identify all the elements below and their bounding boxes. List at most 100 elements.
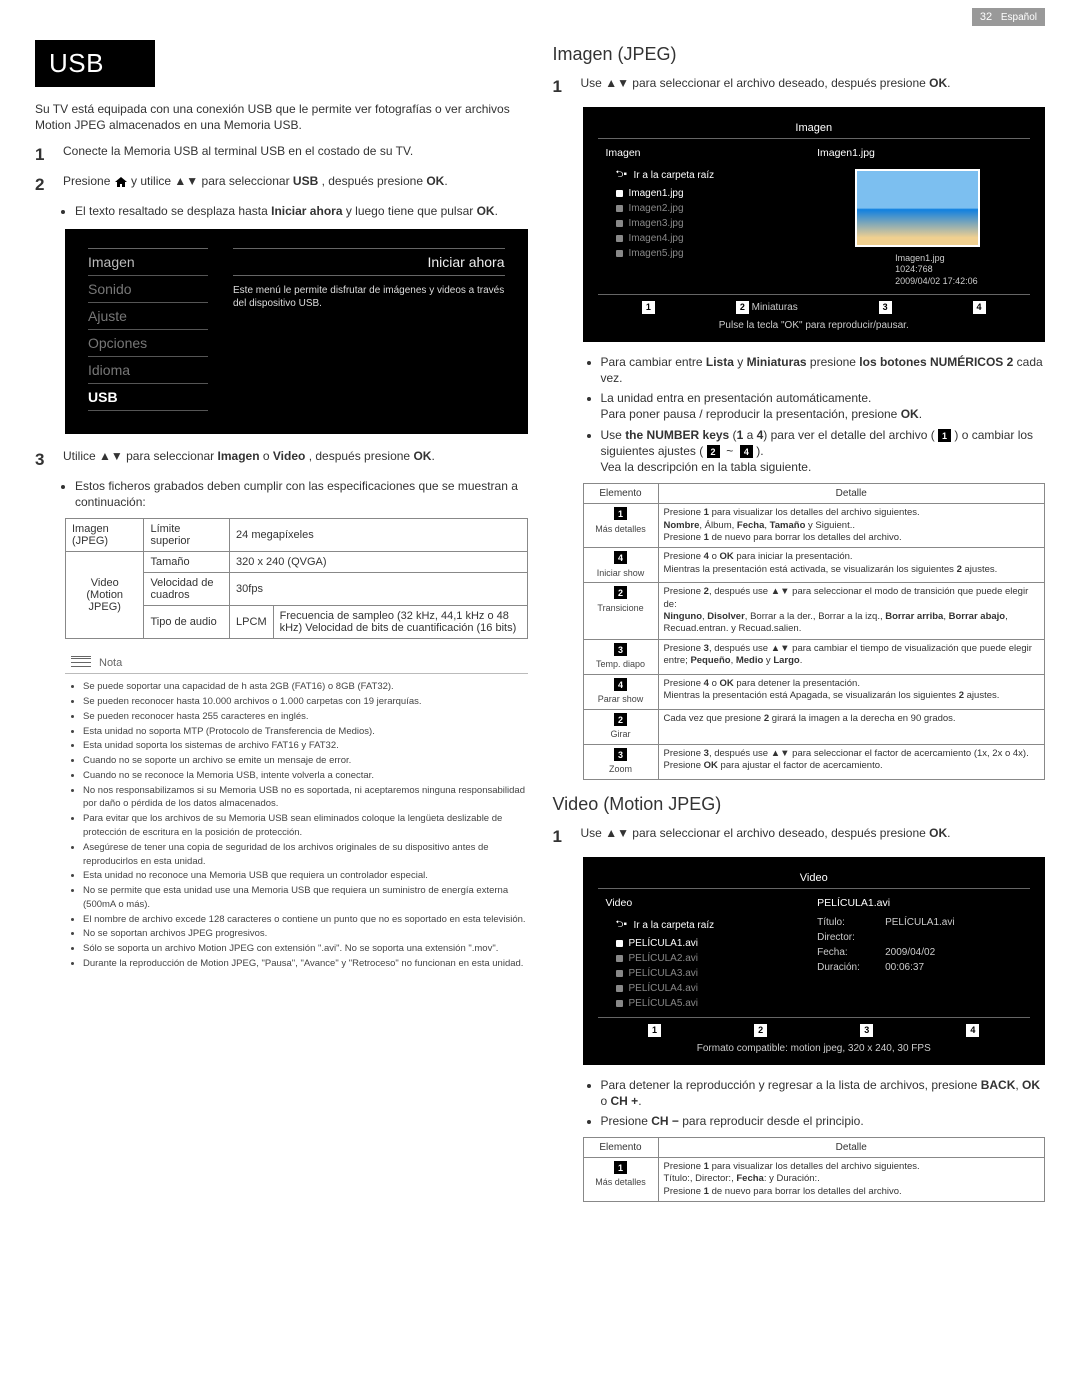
step2-note: El texto resaltado se desplaza hasta Ini…	[75, 203, 528, 219]
key-1: 1	[642, 301, 655, 314]
tv-menu-item-selected: USB	[88, 384, 208, 411]
note-item: Durante la reproducción de Motion JPEG, …	[83, 957, 528, 971]
step-text: Conecte la Memoria USB al terminal USB e…	[63, 143, 528, 167]
browser-title: Video	[598, 868, 1031, 888]
file-icon	[616, 970, 623, 977]
intro-text: Su TV está equipada con una conexión USB…	[35, 101, 528, 133]
file-icon	[616, 205, 623, 212]
file-item: Imagen3.jpg	[598, 216, 806, 231]
key-4: 4	[966, 1024, 979, 1037]
table-row: 4Iniciar showPresione 4 o OK para inicia…	[583, 548, 1045, 583]
imagen-jpeg-title: Imagen (JPEG)	[553, 44, 1046, 65]
note-item: Cuando no se reconoce la Memoria USB, in…	[83, 769, 528, 783]
imagen-browser: Imagen Imagen ⮌▪ Ir a la carpeta raíz Im…	[583, 107, 1046, 342]
note-box: Nota Se puede soportar una capacidad de …	[65, 653, 528, 977]
step-number: 1	[553, 825, 571, 849]
folder-back-icon: ⮌▪	[616, 917, 628, 934]
note-item: No nos responsabilizamos si su Memoria U…	[83, 784, 528, 812]
file-item: PELÍCULA1.avi	[598, 936, 806, 951]
note-header: Nota	[65, 653, 528, 674]
video-bullet: Para detener la reproducción y regresar …	[601, 1077, 1046, 1109]
arrow-updown-icon: ▲▼	[605, 76, 629, 90]
footer-keys: 1 2 Miniaturas 3 4	[598, 294, 1031, 317]
table-row: 1Más detallesPresione 1 para visualizar …	[583, 1158, 1045, 1202]
imagen-bullet: Use the NUMBER keys (1 a 4) para ver el …	[601, 427, 1046, 476]
file-icon	[616, 940, 623, 947]
step-3: 3 Utilice ▲▼ para seleccionar Imagen o V…	[35, 448, 528, 472]
video-mjpeg-title: Video (Motion JPEG)	[553, 794, 1046, 815]
step-2: 2 Presione y utilice ▲▼ para seleccionar…	[35, 173, 528, 197]
key-1: 1	[648, 1024, 661, 1037]
browser-hint: Pulse la tecla "OK" para reproducir/paus…	[598, 317, 1031, 331]
step-1: 1 Conecte la Memoria USB al terminal USB…	[35, 143, 528, 167]
key-2: 2	[614, 586, 627, 599]
note-item: El nombre de archivo excede 128 caracter…	[83, 913, 528, 927]
key-2: 2	[754, 1024, 767, 1037]
key-4: 4	[614, 551, 627, 564]
note-item: No se permite que esta unidad use una Me…	[83, 884, 528, 912]
tv-menu-item: Ajuste	[88, 303, 208, 330]
spec-table: Imagen (JPEG) Límite superior 24 megapíx…	[65, 518, 528, 639]
file-column: Video ⮌▪ Ir a la carpeta raíz PELÍCULA1.…	[598, 888, 806, 1017]
notes-list: Se puede soportar una capacidad de h ast…	[83, 674, 528, 977]
file-icon	[616, 220, 623, 227]
file-item: Imagen1.jpg	[598, 186, 806, 201]
step-number: 1	[553, 75, 571, 99]
step-text: Use ▲▼ para seleccionar el archivo desea…	[581, 825, 1046, 849]
footer-keys: 1 2 3 4	[598, 1017, 1031, 1040]
file-column: Imagen ⮌▪ Ir a la carpeta raíz Imagen1.j…	[598, 138, 806, 294]
folder-back-icon: ⮌▪	[616, 167, 628, 184]
tv-menu-item: Imagen	[88, 249, 208, 276]
step-number: 1	[35, 143, 53, 167]
imagen-step-1: 1 Use ▲▼ para seleccionar el archivo des…	[553, 75, 1046, 99]
video-browser: Video Video ⮌▪ Ir a la carpeta raíz PELÍ…	[583, 857, 1046, 1065]
tv-menu-info: Iniciar ahora Este menú le permite disfr…	[233, 248, 505, 411]
file-icon	[616, 985, 623, 992]
file-item: Imagen5.jpg	[598, 246, 806, 261]
note-item: Esta unidad no soporta MTP (Protocolo de…	[83, 725, 528, 739]
arrow-updown-icon: ▲▼	[174, 174, 198, 188]
page-number: 32	[980, 11, 992, 23]
step-text: Use ▲▼ para seleccionar el archivo desea…	[581, 75, 1046, 99]
tv-menu-caption: Este menú le permite disfrutar de imágen…	[233, 284, 505, 310]
file-icon	[616, 250, 623, 257]
table-row: 1Más detallesPresione 1 para visualizar …	[583, 504, 1045, 548]
step3-note: Estos ficheros grabados deben cumplir co…	[75, 478, 528, 510]
root-item: ⮌▪ Ir a la carpeta raíz	[598, 915, 806, 936]
step-number: 2	[35, 173, 53, 197]
tv-menu-list: Imagen Sonido Ajuste Opciones Idioma USB	[88, 248, 208, 411]
file-item: PELÍCULA4.avi	[598, 981, 806, 996]
note-item: Cuando no se soporte un archivo se emite…	[83, 754, 528, 768]
key-4: 4	[614, 678, 627, 691]
step-text: Utilice ▲▼ para seleccionar Imagen o Vid…	[63, 448, 528, 472]
key-3: 3	[879, 301, 892, 314]
imagen-bullet: La unidad entra en presentación automáti…	[601, 390, 1046, 422]
note-icon	[71, 656, 91, 670]
iniciar-ahora-label: Iniciar ahora	[233, 248, 505, 276]
note-item: Esta unidad no reconoce una Memoria USB …	[83, 869, 528, 883]
page-title: USB	[35, 40, 155, 87]
file-item: PELÍCULA3.avi	[598, 966, 806, 981]
table-row: 3ZoomPresione 3, después use ▲▼ para sel…	[583, 744, 1045, 779]
file-metadata: Imagen1.jpg 1024:768 2009/04/02 17:42:06	[895, 253, 1022, 288]
key-2: 2	[614, 713, 627, 726]
file-item: Imagen4.jpg	[598, 231, 806, 246]
note-item: Se puede soportar una capacidad de h ast…	[83, 680, 528, 694]
note-item: Esta unidad soporta los sistemas de arch…	[83, 739, 528, 753]
note-item: Se pueden reconocer hasta 10.000 archivo…	[83, 695, 528, 709]
table-row: 2GirarCada vez que presione 2 girará la …	[583, 709, 1045, 744]
note-item: Sólo se soporta un archivo Motion JPEG c…	[83, 942, 528, 956]
key-3: 3	[860, 1024, 873, 1037]
tv-menu-item: Sonido	[88, 276, 208, 303]
note-item: Para evitar que los archivos de su Memor…	[83, 812, 528, 840]
file-item: PELÍCULA2.avi	[598, 951, 806, 966]
preview-column: PELÍCULA1.avi Título:PELÍCULA1.avi Direc…	[805, 888, 1030, 1017]
file-icon	[616, 955, 623, 962]
video-detail-table: ElementoDetalle 1Más detallesPresione 1 …	[583, 1137, 1046, 1202]
table-row: 3Temp. diapoPresione 3, después use ▲▼ p…	[583, 639, 1045, 674]
note-item: No se soportan archivos JPEG progresivos…	[83, 927, 528, 941]
key-3: 3	[614, 748, 627, 761]
arrow-updown-icon: ▲▼	[99, 449, 123, 463]
key-4: 4	[973, 301, 986, 314]
preview-column: Imagen1.jpg Imagen1.jpg 1024:768 2009/04…	[805, 138, 1030, 294]
